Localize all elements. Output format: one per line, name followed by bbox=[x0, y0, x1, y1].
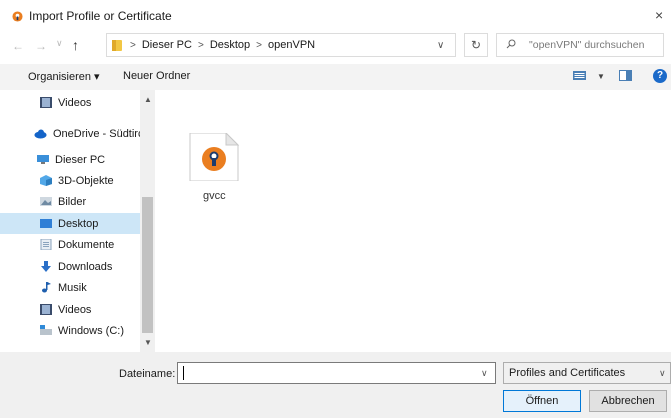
video-icon bbox=[40, 97, 52, 108]
window-title: Import Profile or Certificate bbox=[29, 9, 172, 23]
sidebar-item-label: OneDrive - Südtirc bbox=[53, 127, 140, 140]
sidebar-item-label: 3D-Objekte bbox=[58, 174, 114, 187]
search-placeholder: "openVPN" durchsuchen bbox=[529, 39, 645, 51]
folder-icon bbox=[112, 39, 122, 51]
up-button[interactable]: ↑ bbox=[72, 37, 79, 53]
refresh-button[interactable]: ↻ bbox=[464, 33, 488, 57]
breadcrumb-item[interactable]: Dieser PC bbox=[142, 39, 192, 51]
sidebar-item-3d-objekte[interactable]: 3D-Objekte bbox=[0, 170, 140, 191]
text-caret bbox=[183, 366, 184, 380]
sidebar-item-dieser-pc[interactable]: Dieser PC bbox=[0, 149, 140, 170]
scroll-up-icon[interactable]: ▲ bbox=[144, 95, 152, 104]
breadcrumb-item[interactable]: Desktop bbox=[210, 39, 250, 51]
sidebar-item-label: Desktop bbox=[58, 217, 99, 230]
organize-button[interactable]: Organisieren ▾ bbox=[28, 70, 100, 83]
new-folder-button[interactable]: Neuer Ordner bbox=[123, 70, 190, 82]
back-button[interactable]: ← bbox=[12, 39, 24, 53]
view-dropdown[interactable]: ▼ bbox=[597, 72, 605, 81]
sidebar-item-videos[interactable]: Videos bbox=[0, 92, 140, 113]
picture-icon bbox=[40, 196, 52, 207]
forward-button[interactable]: → bbox=[35, 39, 47, 53]
view-options-icon[interactable] bbox=[573, 70, 586, 81]
breadcrumb-item[interactable]: openVPN bbox=[268, 39, 315, 51]
music-icon bbox=[40, 282, 52, 293]
cloud-icon bbox=[34, 128, 47, 139]
scrollbar-thumb[interactable] bbox=[142, 197, 153, 333]
sidebar-item-bilder[interactable]: Bilder bbox=[0, 191, 140, 212]
filename-label: Dateiname: bbox=[119, 368, 176, 380]
file-name-label: gvcc bbox=[203, 190, 226, 202]
open-button[interactable]: Öffnen bbox=[503, 390, 581, 412]
sidebar-item-label: Videos bbox=[58, 96, 92, 109]
cube-icon bbox=[40, 175, 52, 186]
chevron-down-icon[interactable]: ∨ bbox=[659, 368, 666, 379]
openvpn-logo-icon bbox=[12, 11, 23, 22]
openvpn-file-icon bbox=[189, 133, 240, 181]
sidebar-item-label: Downloads bbox=[58, 260, 113, 273]
close-button[interactable]: × bbox=[655, 7, 663, 23]
sidebar-item-windows-c[interactable]: Windows (C:) bbox=[0, 320, 140, 341]
chevron-right-icon: > bbox=[130, 39, 136, 51]
sidebar-item-label: Videos bbox=[58, 303, 92, 316]
chevron-right-icon[interactable]: > bbox=[256, 40, 262, 51]
sidebar-item-downloads[interactable]: Downloads bbox=[0, 256, 140, 277]
sidebar-item-label: Bilder bbox=[58, 195, 87, 208]
navigation-pane: Videos OneDrive - Südtirc Dieser PC 3D-O… bbox=[0, 90, 155, 352]
chevron-down-icon[interactable]: ∨ bbox=[481, 368, 488, 379]
sidebar-item-label: Dieser PC bbox=[55, 153, 106, 166]
cancel-button[interactable]: Abbrechen bbox=[589, 390, 667, 412]
sidebar-item-label: Musik bbox=[58, 281, 87, 294]
drive-icon bbox=[40, 325, 52, 336]
scroll-down-icon[interactable]: ▼ bbox=[144, 338, 152, 347]
sidebar-item-videos-2[interactable]: Videos bbox=[0, 299, 140, 320]
filetype-value: Profiles and Certificates bbox=[509, 367, 626, 379]
preview-pane-icon[interactable] bbox=[619, 70, 632, 81]
download-icon bbox=[40, 261, 52, 272]
search-icon bbox=[506, 39, 516, 49]
sidebar-item-musik[interactable]: Musik bbox=[0, 277, 140, 298]
filename-input[interactable] bbox=[177, 362, 496, 384]
document-icon bbox=[40, 238, 52, 251]
recent-locations-dropdown[interactable]: ∨ bbox=[56, 38, 63, 49]
help-icon[interactable]: ? bbox=[653, 69, 667, 83]
sidebar-item-label: Windows (C:) bbox=[58, 324, 125, 337]
sidebar-item-label: Dokumente bbox=[58, 238, 115, 251]
chevron-down-icon[interactable]: ∨ bbox=[437, 40, 444, 51]
refresh-icon: ↻ bbox=[470, 38, 482, 52]
sidebar-item-dokumente[interactable]: Dokumente bbox=[0, 234, 140, 255]
breadcrumb: > Dieser PC > Desktop > openVPN bbox=[112, 39, 315, 51]
video-icon bbox=[40, 304, 52, 315]
sidebar-item-onedrive[interactable]: OneDrive - Südtirc bbox=[0, 123, 140, 144]
sidebar-item-desktop[interactable]: Desktop bbox=[0, 213, 140, 234]
desktop-icon bbox=[40, 218, 52, 229]
computer-icon bbox=[37, 154, 49, 165]
chevron-right-icon[interactable]: > bbox=[198, 40, 204, 51]
command-toolbar bbox=[0, 64, 671, 90]
